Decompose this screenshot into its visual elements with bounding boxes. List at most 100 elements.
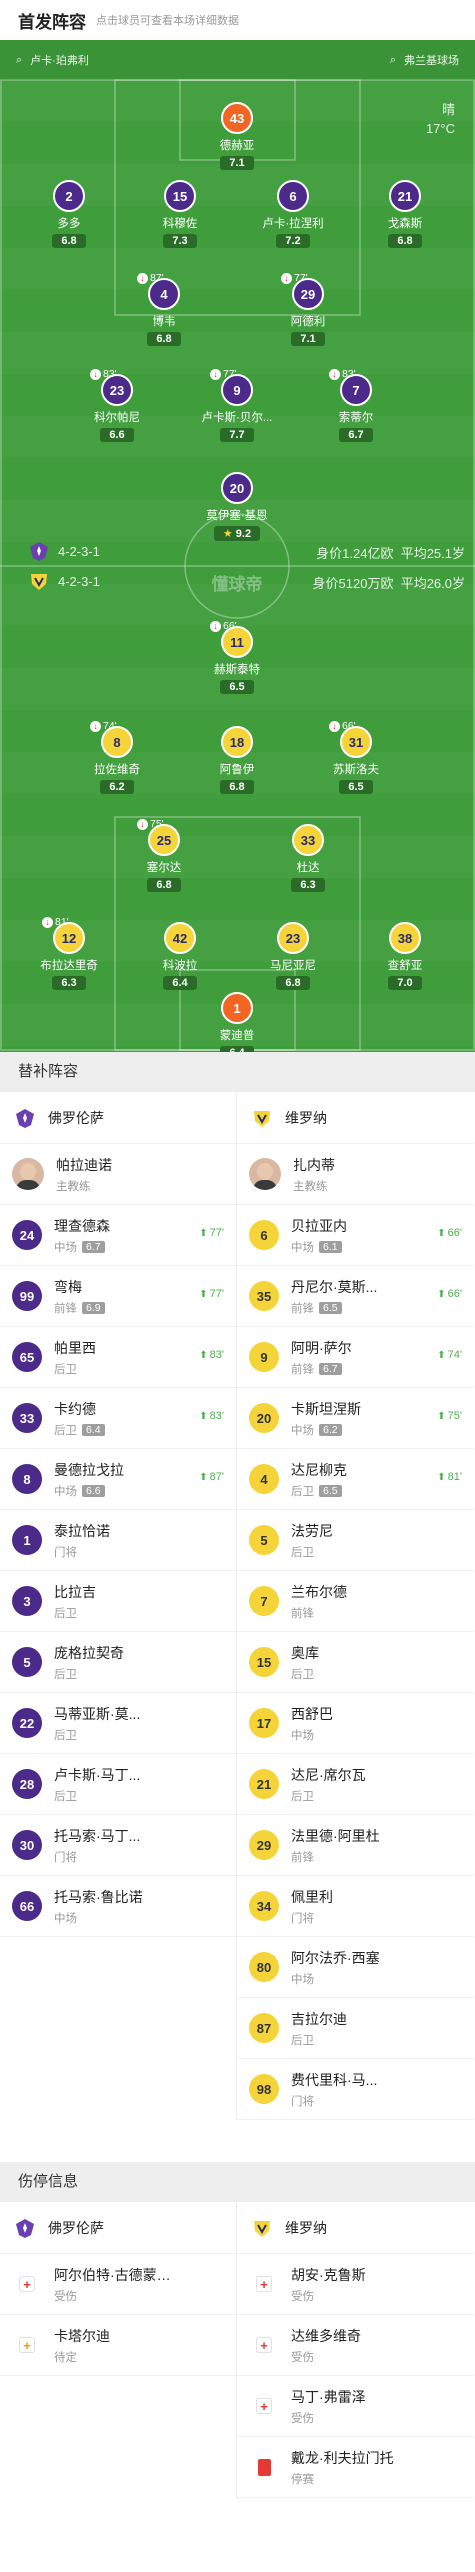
sub-off-icon: ↓ <box>90 368 101 380</box>
sub-off-marker: ↓ 83' <box>329 368 356 380</box>
injury-row[interactable]: 戴龙·利夫拉门托 停赛 <box>237 2437 474 2498</box>
pitch-player[interactable]: 15 科穆佐 7.3 <box>125 180 235 248</box>
away-team-row[interactable]: 维罗纳 <box>237 1092 474 1144</box>
injury-row[interactable]: + 阿尔伯特·古德蒙德松 受伤 <box>0 2254 236 2315</box>
sub-player-name: 比拉吉 <box>54 1583 96 1600</box>
sub-player-row[interactable]: 34 佩里利 门将 <box>237 1876 474 1937</box>
pitch-player[interactable]: 25 ↓ 75' 塞尔达 6.8 <box>109 818 219 892</box>
sub-player-row[interactable]: 33 卡约德 后卫 6.4 ⬆ 83' <box>0 1388 236 1449</box>
player-number: 1 <box>221 992 253 1024</box>
sub-player-row[interactable]: 98 费代里科·马... 门将 <box>237 2059 474 2120</box>
pitch-player[interactable]: 43 德赫亚 7.1 <box>182 102 292 170</box>
pitch-player[interactable]: 20 莫伊塞·基恩 ★ 9.2 <box>182 472 292 541</box>
pitch-player[interactable]: 31 ↓ 66' 苏斯洛夫 6.5 <box>301 720 411 794</box>
home-team-row[interactable]: 佛罗伦萨 <box>0 2202 236 2254</box>
pitch-player[interactable]: 23 马尼亚尼 6.8 <box>238 922 348 990</box>
rating-value: 6.8 <box>156 879 172 891</box>
sub-player-row[interactable]: 3 比拉吉 后卫 <box>0 1571 236 1632</box>
sub-player-row[interactable]: 24 理查德森 中场 6.7 ⬆ 77' <box>0 1205 236 1266</box>
pitch-player[interactable]: 38 查舒亚 7.0 <box>350 922 460 990</box>
sub-player-row[interactable]: 35 丹尼尔·莫斯... 前锋 6.5 ⬆ 66' <box>237 1266 474 1327</box>
pitch-player[interactable]: 11 ↓ 66' 赫斯泰特 6.5 <box>182 620 292 694</box>
player-rating: 6.7 <box>339 428 373 442</box>
sub-player-number: 5 <box>12 1647 42 1677</box>
sub-player-row[interactable]: 6 贝拉亚内 中场 6.1 ⬆ 66' <box>237 1205 474 1266</box>
sub-player-rating: 6.1 <box>319 1240 342 1253</box>
sub-player-row[interactable]: 21 达尼·席尔瓦 后卫 <box>237 1754 474 1815</box>
sub-player-row[interactable]: 5 庞格拉契奇 后卫 <box>0 1632 236 1693</box>
pitch-player[interactable]: 8 ↓ 74' 拉佐维奇 6.2 <box>62 720 172 794</box>
sub-player-row[interactable]: 9 阿明·萨尔 前锋 6.7 ⬆ 74' <box>237 1327 474 1388</box>
sub-player-name: 弯梅 <box>54 1278 82 1295</box>
rating-value: 6.3 <box>300 879 316 891</box>
sub-player-row[interactable]: 17 西舒巴 中场 <box>237 1693 474 1754</box>
sub-on-minute: 77' <box>209 1288 224 1300</box>
sub-player-row[interactable]: 28 卢卡斯·马丁... 后卫 <box>0 1754 236 1815</box>
player-name: 卢卡斯·贝尔... <box>201 412 273 424</box>
sub-player-row[interactable]: 4 达尼柳克 后卫 6.5 ⬆ 81' <box>237 1449 474 1510</box>
sub-off-icon: ↓ <box>329 720 340 732</box>
sub-player-row[interactable]: 7 兰布尔德 前锋 <box>237 1571 474 1632</box>
sub-player-row[interactable]: 5 法劳尼 后卫 <box>237 1510 474 1571</box>
sub-player-position: 中场 <box>291 1424 314 1437</box>
sub-player-number: 87 <box>249 2013 279 2043</box>
pitch-player[interactable]: 33 杜达 6.3 <box>253 824 363 892</box>
sub-player-row[interactable]: 20 卡斯坦涅斯 中场 6.2 ⬆ 75' <box>237 1388 474 1449</box>
sub-player-position: 中场 <box>54 1485 77 1498</box>
pitch-player[interactable]: 21 戈森斯 6.8 <box>350 180 460 248</box>
sub-on-marker: ⬆ 77' <box>199 1288 224 1300</box>
sub-player-row[interactable]: 80 阿尔法乔·西塞 中场 <box>237 1937 474 1998</box>
sub-player-number: 24 <box>12 1220 42 1250</box>
sub-player-number: 35 <box>249 1281 279 1311</box>
player-name: 索蒂尔 <box>338 412 374 424</box>
verona-crest-icon <box>254 1110 270 1127</box>
sub-player-row[interactable]: 66 托马索·鲁比诺 中场 <box>0 1876 236 1937</box>
pitch-player[interactable]: 42 科波拉 6.4 <box>125 922 235 990</box>
sub-player-row[interactable]: 65 帕里西 后卫 ⬆ 83' <box>0 1327 236 1388</box>
player-rating: 7.1 <box>220 156 254 170</box>
sub-player-row[interactable]: 8 曼德拉戈拉 中场 6.6 ⬆ 87' <box>0 1449 236 1510</box>
injury-row[interactable]: + 马丁·弗雷泽 受伤 <box>237 2376 474 2437</box>
injury-row[interactable]: + 达维多维奇 受伤 <box>237 2315 474 2376</box>
player-rating: 6.2 <box>100 780 134 794</box>
pitch-player[interactable]: 23 ↓ 83' 科尔帕尼 6.6 <box>62 368 172 442</box>
sub-player-rating: 6.9 <box>82 1301 105 1314</box>
sub-player-row[interactable]: 1 泰拉恰诺 门将 <box>0 1510 236 1571</box>
pitch-player[interactable]: 12 ↓ 81' 布拉达里奇 6.3 <box>14 916 124 990</box>
sub-player-number: 33 <box>12 1403 42 1433</box>
rating-value: 7.1 <box>300 333 316 345</box>
pitch-player[interactable]: 1蒙迪普6.4 <box>182 992 292 1052</box>
away-coach[interactable]: 扎内蒂 主教练 <box>237 1144 474 1205</box>
player-number: 20 <box>221 472 253 504</box>
pitch-player[interactable]: 9 ↓ 77' 卢卡斯·贝尔... 7.7 <box>182 368 292 442</box>
pitch-player[interactable]: 18 阿鲁伊 6.8 <box>182 726 292 794</box>
injury-status: 受伤 <box>291 2351 314 2364</box>
coach-role: 主教练 <box>56 1180 91 1193</box>
sub-player-row[interactable]: 87 吉拉尔迪 后卫 <box>237 1998 474 2059</box>
sub-on-icon: ⬆ <box>199 1349 208 1361</box>
sub-player-row[interactable]: 15 奥库 后卫 <box>237 1632 474 1693</box>
pitch-player[interactable]: 2 多多 6.8 <box>14 180 124 248</box>
rating-value: 6.2 <box>109 781 125 793</box>
sub-player-name: 法劳尼 <box>291 1522 333 1539</box>
home-team-row[interactable]: 佛罗伦萨 <box>0 1092 236 1144</box>
sub-player-row[interactable]: 99 弯梅 前锋 6.9 ⬆ 77' <box>0 1266 236 1327</box>
pitch-player[interactable]: 4 ↓ 87' 博韦 6.8 <box>109 272 219 346</box>
injured-player-name: 达维多维奇 <box>291 2327 361 2344</box>
home-coach[interactable]: 帕拉迪诺 主教练 <box>0 1144 236 1205</box>
sub-player-name: 贝拉亚内 <box>291 1217 347 1234</box>
sub-player-row[interactable]: 29 法里德·阿里杜 前锋 <box>237 1815 474 1876</box>
away-team-row[interactable]: 维罗纳 <box>237 2202 474 2254</box>
injury-row[interactable]: + 卡塔尔迪 待定 <box>0 2315 236 2376</box>
away-stadium: 弗兰基球场 <box>404 55 459 67</box>
sub-player-row[interactable]: 30 托马索·马丁... 门将 <box>0 1815 236 1876</box>
sub-player-meta: 后卫 <box>54 1727 140 1743</box>
sub-player-number: 3 <box>12 1586 42 1616</box>
player-name: 卢卡·拉涅利 <box>262 218 324 230</box>
player-rating: 6.8 <box>276 976 310 990</box>
pitch-player[interactable]: 6 卢卡·拉涅利 7.2 <box>238 180 348 248</box>
injury-row[interactable]: + 胡安·克鲁斯 受伤 <box>237 2254 474 2315</box>
pitch-player[interactable]: 29 ↓ 77' 阿德利 7.1 <box>253 272 363 346</box>
sub-player-row[interactable]: 22 马蒂亚斯·莫... 后卫 <box>0 1693 236 1754</box>
pitch-player[interactable]: 7 ↓ 83' 索蒂尔 6.7 <box>301 368 411 442</box>
